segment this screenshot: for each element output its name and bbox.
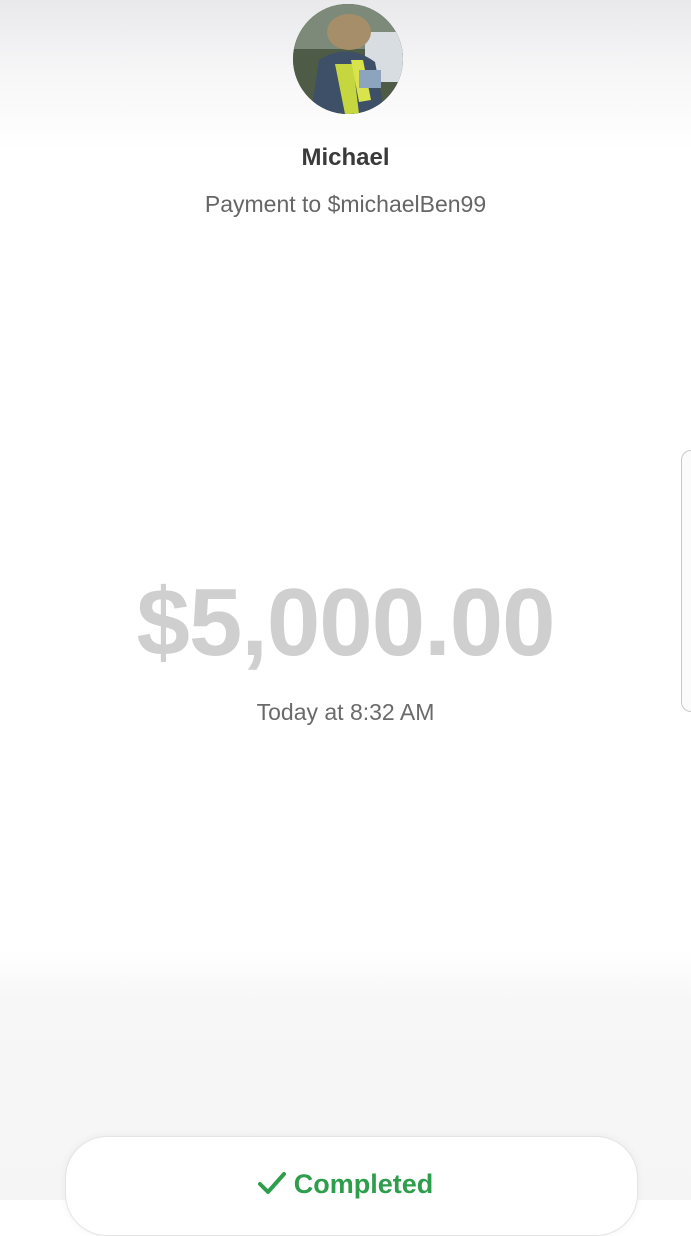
payment-timestamp: Today at 8:32 AM — [256, 699, 435, 725]
avatar-photo — [293, 4, 403, 114]
payment-receipt-screen: Michael Payment to $michaelBen99 $5,000.… — [0, 0, 691, 1236]
payment-amount: $5,000.00 — [136, 569, 555, 676]
payment-status-label: Completed — [293, 1169, 434, 1199]
recipient-name: Michael — [301, 144, 390, 171]
edge-panel-handle[interactable] — [681, 450, 691, 712]
payment-status: Completed — [0, 1166, 691, 1202]
checkmark-icon — [257, 1172, 286, 1194]
recipient-avatar[interactable] — [293, 4, 403, 114]
payment-recipient-handle: Payment to $michaelBen99 — [204, 191, 487, 217]
